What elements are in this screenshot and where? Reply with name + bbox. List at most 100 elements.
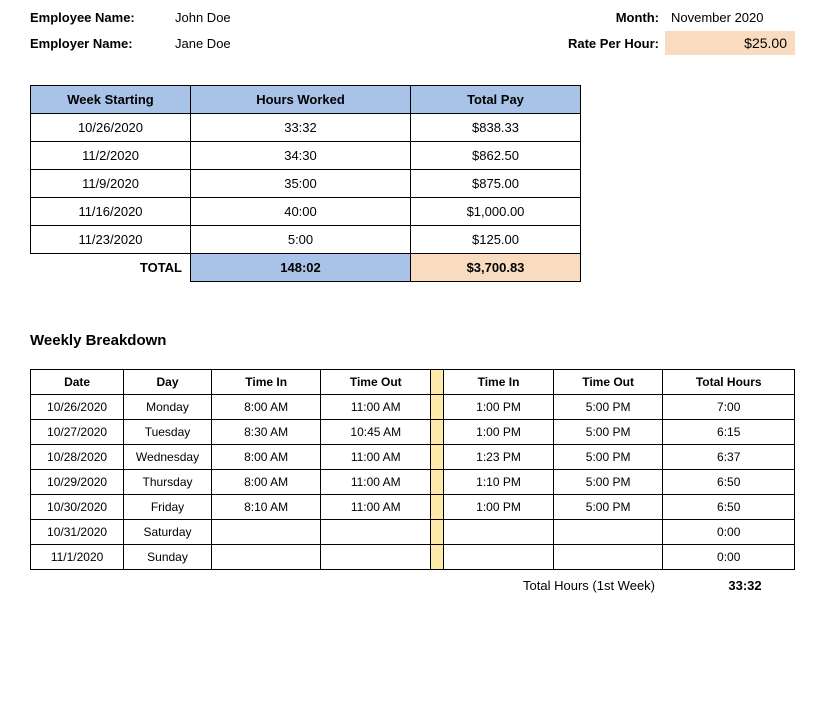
breakdown-tout2: 5:00 PM	[553, 495, 663, 520]
summary-hours: 5:00	[191, 226, 411, 254]
summary-pay: $1,000.00	[411, 198, 581, 226]
summary-hours: 35:00	[191, 170, 411, 198]
breakdown-title: Weekly Breakdown	[30, 332, 795, 349]
summary-week: 11/2/2020	[31, 142, 191, 170]
summary-pay: $875.00	[411, 170, 581, 198]
breakdown-tout1: 10:45 AM	[321, 420, 431, 445]
breakdown-tout1: 11:00 AM	[321, 395, 431, 420]
table-row: 11/1/2020Sunday 0:00	[31, 545, 795, 570]
table-row: 11/2/202034:30$862.50	[31, 142, 581, 170]
breakdown-tin2: 1:00 PM	[444, 495, 554, 520]
breakdown-tout2: 5:00 PM	[553, 470, 663, 495]
summary-header-pay: Total Pay	[411, 86, 581, 114]
breakdown-header-tin1: Time In	[211, 370, 321, 395]
table-row: 10/27/2020Tuesday8:30 AM10:45 AM1:00 PM5…	[31, 420, 795, 445]
breakdown-table: Date Day Time In Time Out Time In Time O…	[30, 369, 795, 570]
breakdown-day: Monday	[124, 395, 212, 420]
breakdown-separator	[431, 520, 444, 545]
breakdown-header-day: Day	[124, 370, 212, 395]
table-row: 11/23/20205:00$125.00	[31, 226, 581, 254]
summary-pay: $838.33	[411, 114, 581, 142]
breakdown-total: 6:37	[663, 445, 795, 470]
breakdown-separator	[431, 445, 444, 470]
breakdown-tin2: 1:23 PM	[444, 445, 554, 470]
breakdown-date: 10/29/2020	[31, 470, 124, 495]
breakdown-tin1: 8:00 AM	[211, 470, 321, 495]
summary-total-hours: 148:02	[191, 254, 411, 282]
breakdown-day: Sunday	[124, 545, 212, 570]
rate-label: Rate Per Hour:	[555, 36, 665, 51]
breakdown-tin1	[211, 545, 321, 570]
employer-label: Employer Name:	[30, 36, 175, 51]
breakdown-tin2	[444, 545, 554, 570]
breakdown-separator	[431, 370, 444, 395]
breakdown-tout1	[321, 545, 431, 570]
breakdown-day: Saturday	[124, 520, 212, 545]
breakdown-date: 10/31/2020	[31, 520, 124, 545]
table-row: 10/26/202033:32$838.33	[31, 114, 581, 142]
breakdown-tin2: 1:00 PM	[444, 420, 554, 445]
breakdown-tin2	[444, 520, 554, 545]
employee-value: John Doe	[175, 10, 335, 25]
breakdown-tin1: 8:30 AM	[211, 420, 321, 445]
summary-week: 11/23/2020	[31, 226, 191, 254]
summary-week: 10/26/2020	[31, 114, 191, 142]
breakdown-date: 11/1/2020	[31, 545, 124, 570]
breakdown-date: 10/28/2020	[31, 445, 124, 470]
summary-pay: $125.00	[411, 226, 581, 254]
breakdown-day: Thursday	[124, 470, 212, 495]
breakdown-tin2: 1:10 PM	[444, 470, 554, 495]
summary-header-hours: Hours Worked	[191, 86, 411, 114]
breakdown-footer-label: Total Hours (1st Week)	[523, 578, 655, 593]
breakdown-day: Tuesday	[124, 420, 212, 445]
month-value: November 2020	[665, 10, 795, 25]
breakdown-total: 6:50	[663, 495, 795, 520]
breakdown-day: Friday	[124, 495, 212, 520]
rate-value: $25.00	[665, 31, 795, 55]
breakdown-total: 7:00	[663, 395, 795, 420]
table-row: 10/31/2020Saturday0:00	[31, 520, 795, 545]
breakdown-date: 10/30/2020	[31, 495, 124, 520]
table-row: 10/29/2020Thursday8:00 AM11:00 AM 1:10 PM…	[31, 470, 795, 495]
breakdown-separator	[431, 495, 444, 520]
employer-value: Jane Doe	[175, 36, 335, 51]
breakdown-tout2: 5:00 PM	[553, 445, 663, 470]
summary-week: 11/16/2020	[31, 198, 191, 226]
breakdown-tout1: 11:00 AM	[321, 495, 431, 520]
summary-week: 11/9/2020	[31, 170, 191, 198]
breakdown-tin2: 1:00 PM	[444, 395, 554, 420]
breakdown-tout2	[553, 520, 663, 545]
summary-hours: 34:30	[191, 142, 411, 170]
breakdown-separator	[431, 395, 444, 420]
breakdown-date: 10/27/2020	[31, 420, 124, 445]
breakdown-tin1: 8:00 AM	[211, 445, 321, 470]
breakdown-date: 10/26/2020	[31, 395, 124, 420]
summary-total-pay: $3,700.83	[411, 254, 581, 282]
breakdown-header-tin2: Time In	[444, 370, 554, 395]
breakdown-footer-value: 33:32	[695, 578, 795, 593]
summary-hours: 40:00	[191, 198, 411, 226]
month-label: Month:	[555, 10, 665, 25]
breakdown-tin1	[211, 520, 321, 545]
breakdown-tout2	[553, 545, 663, 570]
breakdown-tin1: 8:00 AM	[211, 395, 321, 420]
header-info: Employee Name: John Doe Month: November …	[30, 10, 795, 55]
breakdown-header-total: Total Hours	[663, 370, 795, 395]
summary-header-week: Week Starting	[31, 86, 191, 114]
breakdown-total: 0:00	[663, 545, 795, 570]
table-row: 10/30/2020Friday8:10 AM11:00 AM 1:00 PM5:…	[31, 495, 795, 520]
table-row: 10/28/2020Wednesday8:00 AM11:00 AM1:23 P…	[31, 445, 795, 470]
summary-table: Week Starting Hours Worked Total Pay 10/…	[30, 85, 581, 282]
breakdown-header-date: Date	[31, 370, 124, 395]
table-row: 11/9/202035:00$875.00	[31, 170, 581, 198]
breakdown-header-tout1: Time Out	[321, 370, 431, 395]
breakdown-separator	[431, 470, 444, 495]
breakdown-total: 6:50	[663, 470, 795, 495]
breakdown-tout1: 11:00 AM	[321, 470, 431, 495]
breakdown-tout2: 5:00 PM	[553, 395, 663, 420]
breakdown-tout1: 11:00 AM	[321, 445, 431, 470]
table-row: 10/26/2020Monday8:00 AM11:00 AM 1:00 PM5:…	[31, 395, 795, 420]
breakdown-tin1: 8:10 AM	[211, 495, 321, 520]
breakdown-footer: Total Hours (1st Week) 33:32	[30, 570, 795, 593]
breakdown-separator	[431, 420, 444, 445]
